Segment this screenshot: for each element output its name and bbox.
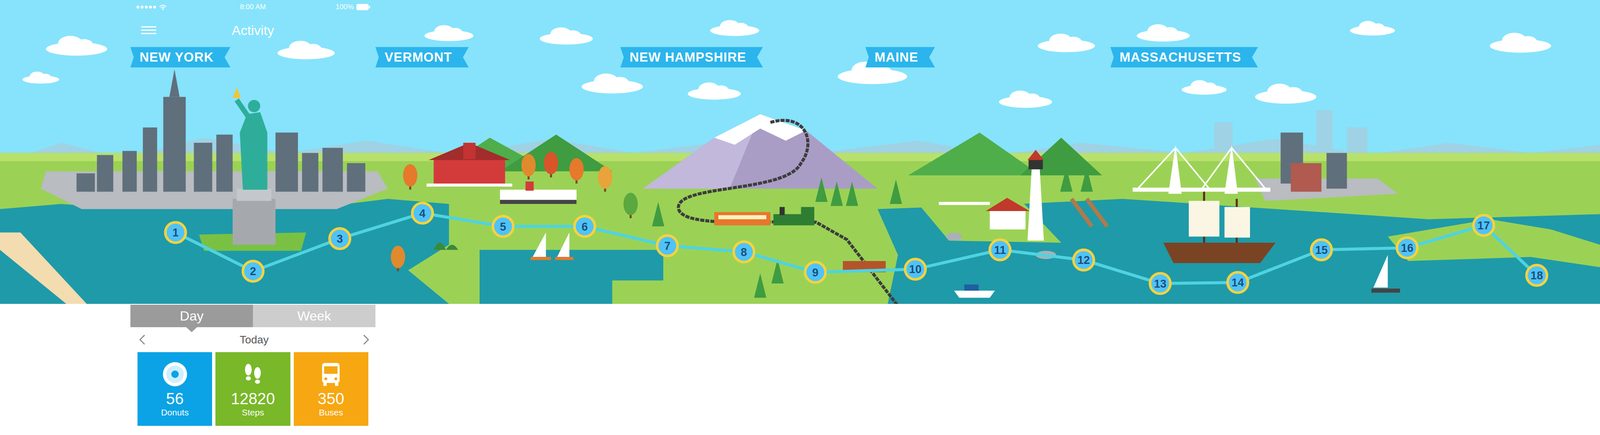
period-tabs: DayWeek xyxy=(130,305,376,328)
status-bar: 8:00 AM 100% xyxy=(130,0,376,14)
footsteps-icon xyxy=(239,360,267,389)
route-stop[interactable]: 5 xyxy=(492,216,514,237)
region-banner: MAINE xyxy=(865,47,935,68)
cloud-icon xyxy=(1181,80,1227,95)
svg-text:4: 4 xyxy=(419,207,426,220)
cloud-icon xyxy=(45,35,108,56)
stat-tile[interactable]: 350Buses xyxy=(293,352,369,427)
svg-text:11: 11 xyxy=(994,244,1006,257)
svg-text:2: 2 xyxy=(250,265,257,278)
donut-icon xyxy=(161,360,189,389)
route-stop[interactable]: 16 xyxy=(1397,237,1418,259)
battery-level: 100% xyxy=(335,2,354,12)
stat-value: 12820 xyxy=(230,390,275,409)
svg-text:18: 18 xyxy=(1530,269,1543,283)
region-banner: VERMONT xyxy=(375,47,469,68)
svg-text:1: 1 xyxy=(172,226,179,240)
svg-text:12: 12 xyxy=(1077,254,1090,267)
route-stop[interactable]: 13 xyxy=(1150,273,1171,295)
cloud-icon xyxy=(540,27,593,45)
date-nav: Today xyxy=(130,327,376,353)
stat-tile[interactable]: 56Donuts xyxy=(137,352,213,427)
activity-panel: DayWeekToday56Donuts12820Steps350Buses xyxy=(130,305,376,427)
header-bar: Activity xyxy=(130,20,376,40)
route-stop[interactable]: 1 xyxy=(165,222,186,243)
route-stop[interactable]: 7 xyxy=(657,235,678,257)
route-stop[interactable]: 9 xyxy=(805,262,826,283)
region-banner: NEW HAMPSHIRE xyxy=(620,47,763,68)
cloud-icon xyxy=(1350,20,1395,36)
region-banner: MASSACHUSETTS xyxy=(1110,47,1258,68)
activity-panel-area: DayWeekToday56Donuts12820Steps350Buses xyxy=(0,304,1600,427)
route-stop[interactable]: 3 xyxy=(329,228,350,250)
prev-chevron-icon[interactable] xyxy=(137,333,148,347)
svg-text:7: 7 xyxy=(664,240,671,253)
svg-text:10: 10 xyxy=(909,263,922,277)
menu-icon[interactable] xyxy=(140,24,158,37)
svg-text:15: 15 xyxy=(1315,244,1328,257)
cloud-icon xyxy=(710,20,760,36)
svg-text:14: 14 xyxy=(1231,276,1245,290)
svg-text:16: 16 xyxy=(1400,242,1414,255)
period-tab[interactable]: Week xyxy=(252,305,376,328)
stat-tile[interactable]: 12820Steps xyxy=(215,352,290,427)
route-stop[interactable]: 17 xyxy=(1473,215,1494,236)
journey-map: 1234567891011121314151617188:00 AM100%Ac… xyxy=(0,0,1600,305)
svg-text:8: 8 xyxy=(740,246,748,259)
route-stop[interactable]: 8 xyxy=(733,242,755,263)
cloud-icon xyxy=(1490,32,1552,53)
stat-label: Buses xyxy=(318,407,343,418)
stat-value: 350 xyxy=(317,390,345,409)
route-stop[interactable]: 4 xyxy=(412,202,433,224)
next-chevron-icon[interactable] xyxy=(361,333,371,347)
svg-text:3: 3 xyxy=(336,232,343,246)
route-stop[interactable]: 18 xyxy=(1526,265,1548,286)
cloud-icon xyxy=(277,40,335,60)
route-stop[interactable]: 14 xyxy=(1227,272,1248,293)
route-stop[interactable]: 10 xyxy=(905,259,926,280)
route-line xyxy=(175,213,1537,284)
cloud-icon xyxy=(999,90,1053,108)
bus-icon xyxy=(317,360,345,389)
battery-icon xyxy=(356,3,371,11)
date-label: Today xyxy=(239,333,269,347)
route-stop[interactable]: 6 xyxy=(574,216,595,237)
activity-screen: 1234567891011121314151617188:00 AM100%Ac… xyxy=(0,0,1600,435)
screen-title: Activity xyxy=(231,22,274,39)
route-stop[interactable]: 11 xyxy=(990,240,1011,261)
stat-label: Donuts xyxy=(160,407,189,418)
cloud-icon xyxy=(1136,24,1190,42)
route-stop[interactable]: 2 xyxy=(242,261,264,282)
svg-text:17: 17 xyxy=(1477,219,1490,233)
stat-value: 56 xyxy=(166,390,184,409)
status-time: 8:00 AM xyxy=(240,2,266,12)
map-illustration: 123456789101112131415161718 xyxy=(0,0,1600,305)
svg-text:5: 5 xyxy=(500,220,507,234)
period-tab[interactable]: Day xyxy=(130,305,253,328)
cloud-icon xyxy=(581,73,643,94)
cloud-icon xyxy=(22,71,60,84)
cloud-icon xyxy=(1037,33,1095,53)
svg-text:9: 9 xyxy=(812,266,819,280)
cloud-icon xyxy=(1255,83,1317,104)
region-banner: NEW YORK xyxy=(130,47,231,68)
route-stop[interactable]: 12 xyxy=(1073,250,1094,271)
stat-tiles: 56Donuts12820Steps350Buses xyxy=(130,352,376,427)
cloud-icon xyxy=(424,25,474,41)
route-stop[interactable]: 15 xyxy=(1311,240,1332,261)
signal-icon xyxy=(135,2,169,12)
stat-label: Steps xyxy=(241,407,265,418)
cloud-icon xyxy=(687,82,741,100)
svg-text:6: 6 xyxy=(581,220,588,234)
svg-text:13: 13 xyxy=(1154,277,1167,291)
